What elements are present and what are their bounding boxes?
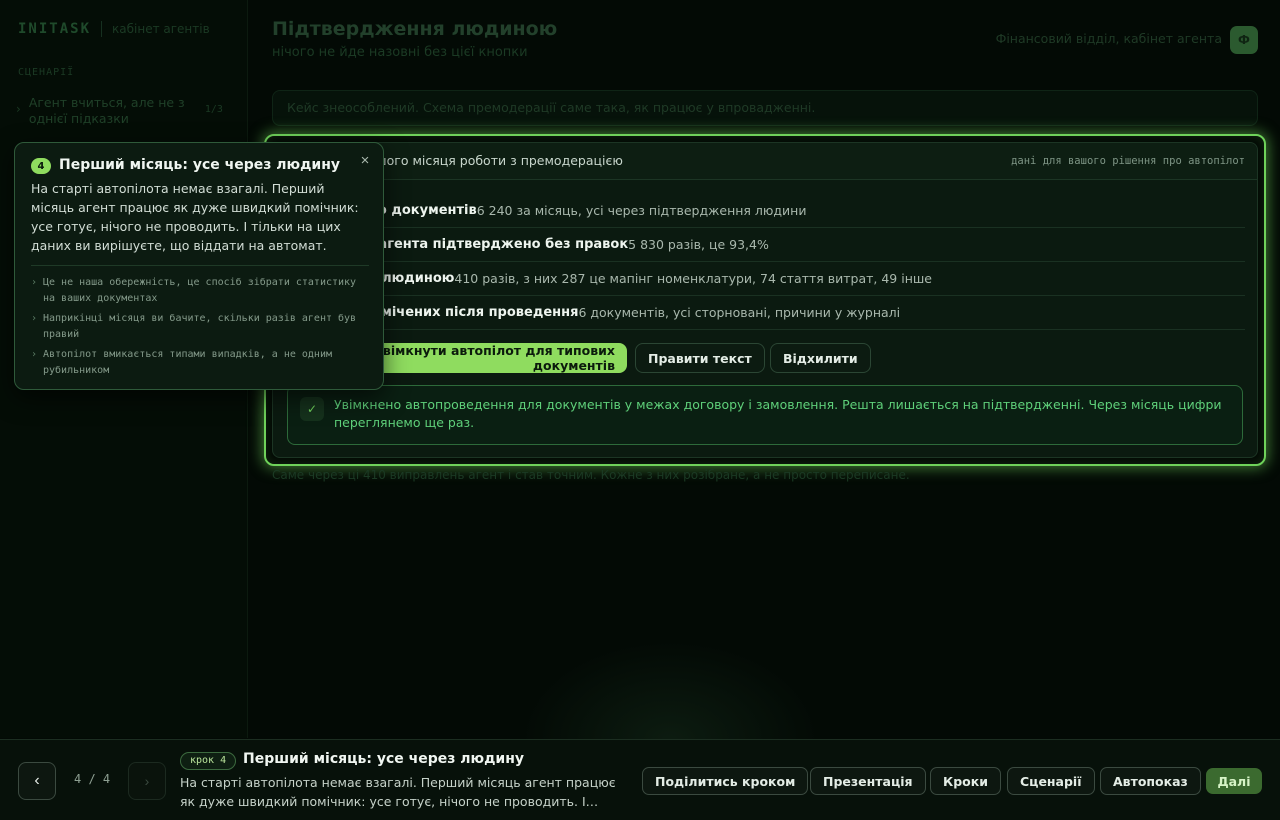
reject-button[interactable]: Відхилити	[770, 343, 871, 373]
avatar[interactable]: Ф	[1230, 26, 1258, 54]
brand-subtitle: кабінет агентів	[112, 22, 210, 36]
next-step-arrow-button[interactable]: ›	[128, 762, 166, 800]
scenarios-button[interactable]: Сценарії	[1007, 767, 1095, 795]
summary-card: Підсумок першого місяця роботи з премоде…	[272, 142, 1258, 458]
brand-divider	[101, 21, 103, 37]
step-counter: 4 / 4	[74, 772, 111, 786]
success-text: Увімкнено автопроведення для документів …	[334, 397, 1222, 430]
brand: INITASK кабінет агентів	[18, 21, 210, 37]
presentation-button[interactable]: Презентація	[810, 767, 926, 795]
step-description: На старті автопілота немає взагалі. Перш…	[180, 775, 616, 809]
page-title: Підтвердження людиною	[272, 18, 558, 40]
list-item-text: Автопілот вмикається типами випадків, а …	[43, 349, 332, 376]
chevron-right-icon: ›	[31, 277, 38, 288]
stat-value: 5 830 разів, це 93,4%	[628, 237, 769, 252]
autoplay-button[interactable]: Автопоказ	[1100, 767, 1201, 795]
prev-step-button[interactable]: ‹	[18, 762, 56, 800]
sidebar-item-count: 1/3	[204, 104, 223, 115]
close-icon[interactable]: ×	[357, 150, 373, 170]
stat-row: Виправлено людиною 410 разів, з них 287 …	[287, 262, 1245, 296]
stat-value: 6 240 за місяць, усі через підтвердження…	[476, 203, 807, 218]
header-context: Фінансовий відділ, кабінет агента	[995, 31, 1222, 46]
tour-tooltip: 4 Перший місяць: усе через людину × На с…	[14, 142, 384, 390]
stat-row: Опрацьовано документів 6 240 за місяць, …	[287, 194, 1245, 228]
list-item: › Це не наша обережність, це спосіб зібра…	[31, 275, 371, 307]
footnote: Саме через ці 410 виправлень агент і ста…	[272, 468, 910, 482]
stat-value: 410 разів, з них 287 це мапінг номенклат…	[454, 271, 933, 286]
list-item: › Автопілот вмикається типами випадків, а…	[31, 347, 371, 379]
stat-row: Пропозицій агента підтверджено без право…	[287, 228, 1245, 262]
tooltip-points: › Це не наша обережність, це спосіб зібра…	[31, 275, 371, 383]
step-title: Перший місяць: усе через людину	[243, 751, 525, 767]
tour-bottom-bar: ‹ 4 / 4 › крок 4 Перший місяць: усе чере…	[0, 739, 1280, 820]
card-actions: Увімкнути автопілот для типових документ…	[273, 343, 1257, 373]
chevron-right-icon: ›	[31, 313, 38, 324]
next-button[interactable]: Далі	[1206, 768, 1262, 794]
tooltip-step-number: 4	[31, 158, 51, 174]
page-subtitle: нічого не йде назовні без цієї кнопки	[272, 45, 528, 60]
card-header: Підсумок першого місяця роботи з премоде…	[273, 143, 1257, 180]
tooltip-title: Перший місяць: усе через людину	[59, 157, 341, 173]
sidebar-item-label: Агент вчиться, але не з однієї підказки	[28, 95, 185, 126]
tooltip-divider	[31, 265, 369, 266]
card-meta: дані для вашого рішення про автопілот	[1011, 155, 1245, 167]
share-step-button[interactable]: Поділитись кроком	[642, 767, 809, 795]
sidebar-section-label: СЦЕНАРІЇ	[18, 67, 75, 78]
success-message: ✓ Увімкнено автопроведення для документі…	[287, 385, 1243, 445]
stat-row: Помилок, помічених після проведення 6 до…	[287, 296, 1245, 330]
sidebar-item-scenario[interactable]: › Агент вчиться, але не з однієї підказк…	[12, 92, 234, 132]
brand-logo[interactable]: INITASK	[18, 21, 91, 37]
list-item-text: Це не наша обережність, це спосіб зібрат…	[43, 277, 357, 304]
check-icon: ✓	[300, 397, 324, 421]
stat-value: 6 документів, усі сторновані, причини у …	[578, 305, 901, 320]
tooltip-body: На старті автопілота немає взагалі. Перш…	[31, 181, 359, 253]
step-badge: крок 4	[180, 752, 237, 770]
edit-text-button[interactable]: Правити текст	[635, 343, 765, 373]
steps-button[interactable]: Кроки	[930, 767, 1001, 795]
list-item: › Наприкінці місяця ви бачите, скільки ра…	[31, 311, 371, 343]
chevron-right-icon: ›	[31, 349, 38, 360]
chevron-right-icon: ›	[16, 102, 21, 116]
list-item-text: Наприкінці місяця ви бачите, скільки раз…	[43, 313, 357, 340]
info-banner: Кейс знеособлений. Схема премодерації са…	[272, 90, 1258, 126]
